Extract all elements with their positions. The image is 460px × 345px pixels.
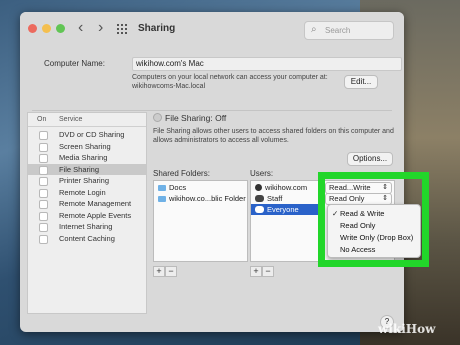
computer-name-input[interactable]: wikihow.com's Mac [132, 57, 402, 71]
service-label: Screen Sharing [59, 141, 111, 151]
service-checkbox[interactable] [39, 234, 48, 244]
watermark-logo: wikiHow [378, 322, 436, 336]
add-folder-button[interactable]: + [153, 266, 165, 277]
options-button[interactable]: Options... [347, 152, 393, 166]
folder-icon [158, 196, 166, 202]
show-all-grid-icon[interactable] [117, 24, 129, 36]
remove-user-button[interactable]: − [262, 266, 274, 277]
service-checkbox[interactable] [39, 200, 48, 209]
service-label: Printer Sharing [59, 176, 110, 185]
service-label: DVD or CD Sharing [59, 130, 125, 139]
file-sharing-description-1: File Sharing allows other users to acces… [153, 128, 394, 135]
service-checkbox[interactable] [39, 165, 48, 175]
folder-icon [158, 185, 166, 191]
service-checkbox[interactable] [39, 142, 48, 152]
service-list-header: On Service [28, 113, 146, 127]
folder-name: wikihow.co...blic Folder [169, 194, 246, 203]
close-window-button[interactable] [28, 24, 37, 33]
service-row[interactable]: File Sharing [28, 163, 146, 175]
service-label: Internet Sharing [59, 222, 113, 231]
service-row[interactable]: DVD or CD Sharing [28, 129, 146, 140]
service-checkbox[interactable] [39, 188, 48, 198]
service-row[interactable]: Media Sharing [28, 152, 146, 163]
service-checkbox[interactable] [39, 131, 48, 140]
service-label: Content Caching [59, 233, 115, 243]
highlight-box [318, 172, 429, 267]
service-label: Remote Login [59, 187, 106, 197]
search-icon: ⌕ [311, 24, 317, 35]
users-label: Users: [250, 169, 274, 178]
file-sharing-status: File Sharing: Off [165, 113, 227, 123]
search-placeholder: Search [325, 26, 351, 35]
header-on: On [37, 116, 47, 123]
service-row[interactable]: Remote Login [28, 187, 146, 198]
group-icon [255, 206, 264, 213]
remove-folder-button[interactable]: − [165, 266, 177, 277]
forward-arrow-icon[interactable]: › [98, 19, 103, 37]
user-icon [255, 184, 262, 191]
file-sharing-status-indicator [153, 113, 162, 122]
service-row[interactable]: Remote Management [28, 198, 146, 209]
service-list: On Service DVD or CD Sharing Screen Shari… [27, 112, 147, 314]
shared-folders-list[interactable]: Docs wikihow.co...blic Folder [153, 180, 248, 262]
service-row[interactable]: Printer Sharing [28, 175, 146, 186]
group-icon [255, 195, 264, 202]
service-checkbox[interactable] [39, 211, 48, 221]
title-bar: ‹ › Sharing ⌕ Search [20, 12, 404, 46]
folder-name: Docs [169, 183, 187, 192]
user-name: Everyone [267, 205, 299, 214]
service-checkbox[interactable] [39, 154, 48, 163]
service-row[interactable]: Remote Apple Events [28, 210, 146, 221]
computer-name-label: Computer Name: [44, 59, 105, 68]
service-label: Media Sharing [59, 153, 108, 162]
zoom-window-button[interactable] [56, 24, 65, 33]
user-name: Staff [267, 194, 283, 203]
search-field[interactable]: ⌕ Search [304, 21, 394, 40]
service-label: Remote Apple Events [59, 210, 132, 220]
shared-folders-label: Shared Folders: [153, 169, 210, 178]
service-row[interactable]: Screen Sharing [28, 141, 146, 152]
header-service: Service [59, 116, 83, 123]
folder-item[interactable]: wikihow.co...blic Folder [158, 194, 246, 203]
file-sharing-description-2: allows administrators to access all volu… [153, 137, 289, 144]
service-checkbox[interactable] [39, 223, 48, 232]
service-row[interactable]: Content Caching [28, 233, 146, 244]
service-row[interactable]: Internet Sharing [28, 221, 146, 232]
service-checkbox[interactable] [39, 177, 48, 186]
network-address-host: wikihowcoms-Mac.local [132, 83, 206, 90]
folder-item[interactable]: Docs [158, 183, 186, 192]
add-user-button[interactable]: + [250, 266, 262, 277]
user-name: wikihow.com [265, 183, 308, 192]
service-label: File Sharing [59, 164, 100, 174]
edit-button[interactable]: Edit... [344, 75, 378, 89]
user-row[interactable]: Staff [255, 194, 282, 203]
user-row-selected[interactable]: Everyone [251, 204, 321, 215]
service-label: Remote Management [59, 199, 132, 208]
user-row[interactable]: wikihow.com [255, 183, 307, 192]
divider [32, 110, 392, 111]
minimize-window-button[interactable] [42, 24, 51, 33]
window-title: Sharing [138, 23, 176, 34]
network-address-info: Computers on your local network can acce… [132, 74, 328, 81]
back-arrow-icon[interactable]: ‹ [78, 19, 83, 37]
